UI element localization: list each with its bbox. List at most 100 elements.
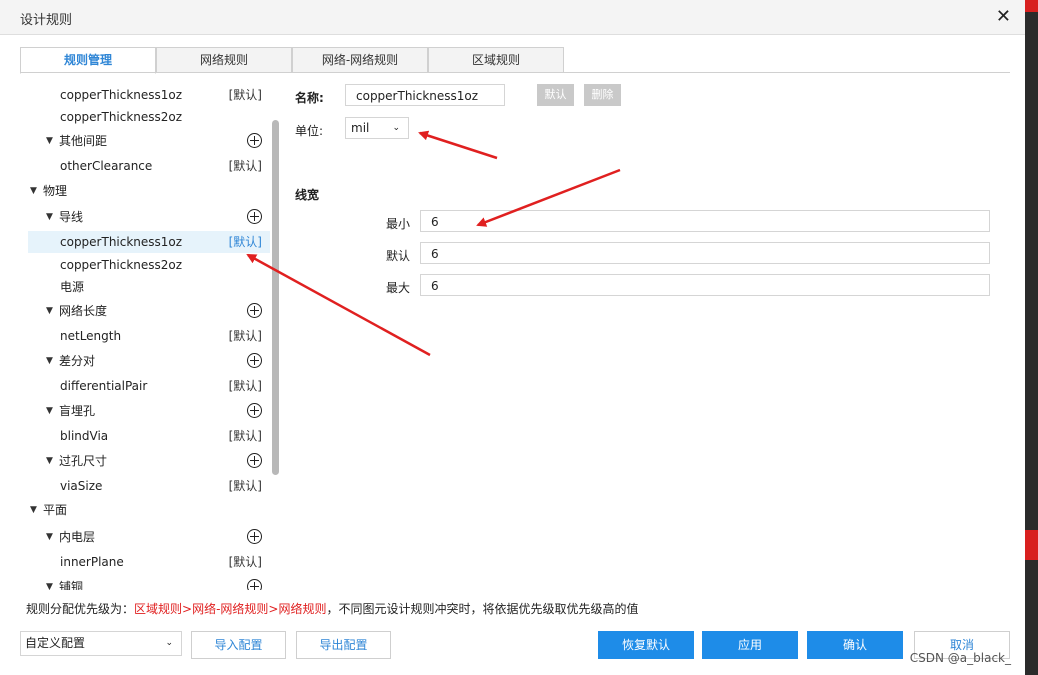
- tree-item-label: 内电层: [59, 530, 96, 544]
- expand-arrow-icon[interactable]: ▼: [46, 130, 53, 152]
- tree-item[interactable]: ▼ 差分对: [28, 350, 270, 372]
- priority-prefix: 规则分配优先级为：: [26, 602, 135, 616]
- tree-item[interactable]: ▼ 盲埋孔: [28, 400, 270, 422]
- name-label: 名称:: [295, 91, 324, 105]
- default-tag[interactable]: [默认]: [229, 475, 262, 497]
- add-rule-icon[interactable]: [247, 403, 262, 418]
- chevron-down-icon: ⌄: [392, 123, 400, 133]
- add-rule-icon[interactable]: [247, 353, 262, 368]
- min-input[interactable]: 6: [420, 210, 990, 232]
- tree-item[interactable]: blindVia [默认]: [28, 425, 270, 447]
- tree-item[interactable]: netLength [默认]: [28, 325, 270, 347]
- tree-item-label: copperThickness2oz: [60, 110, 183, 124]
- tree-item-label: innerPlane: [60, 555, 124, 569]
- tree-item[interactable]: 电源: [28, 276, 270, 298]
- tab-net-net-rules[interactable]: 网络-网络规则: [292, 47, 428, 73]
- add-rule-icon[interactable]: [247, 453, 262, 468]
- confirm-button[interactable]: 确认: [807, 631, 903, 659]
- restore-default-button[interactable]: 恢复默认: [598, 631, 694, 659]
- tree-item[interactable]: copperThickness1oz [默认]: [28, 231, 270, 253]
- tree-item-label: 差分对: [59, 354, 96, 368]
- default-width-input[interactable]: 6: [420, 242, 990, 264]
- priority-note: 规则分配优先级为：区域规则>网络-网络规则>网络规则，不同图元设计规则冲突时，将…: [26, 600, 638, 617]
- close-icon[interactable]: ✕: [996, 6, 1011, 27]
- priority-suffix: ，不同图元设计规则冲突时，将依据优先级取优先级高的值: [326, 602, 639, 616]
- tree-item-label: 铺铜: [59, 580, 84, 590]
- tree-item-label: viaSize: [60, 479, 103, 493]
- add-rule-icon[interactable]: [247, 303, 262, 318]
- tree-item[interactable]: ▼ 网络长度: [28, 300, 270, 322]
- expand-arrow-icon[interactable]: ▼: [46, 350, 53, 372]
- tab-net-rules[interactable]: 网络规则: [156, 47, 292, 73]
- design-rules-dialog: 设计规则 ✕ 规则管理 网络规则 网络-网络规则 区域规则 copperThic…: [0, 0, 1025, 675]
- tree-item[interactable]: ▼ 平面: [28, 499, 270, 521]
- tree-item-label: differentialPair: [60, 379, 148, 393]
- apply-button[interactable]: 应用: [702, 631, 798, 659]
- default-tag[interactable]: [默认]: [229, 155, 262, 177]
- tab-rule-management[interactable]: 规则管理: [20, 47, 156, 74]
- unit-select[interactable]: mil ⌄: [345, 117, 409, 139]
- default-width-label: 默认: [386, 249, 411, 263]
- priority-order: 区域规则>网络-网络规则>网络规则: [134, 602, 327, 616]
- background-fragment: [1025, 530, 1038, 560]
- add-rule-icon[interactable]: [247, 209, 262, 224]
- delete-button[interactable]: 删除: [584, 84, 621, 106]
- default-tag[interactable]: [默认]: [229, 425, 262, 447]
- chevron-down-icon: ⌄: [165, 638, 173, 648]
- default-tag[interactable]: [默认]: [229, 551, 262, 573]
- expand-arrow-icon[interactable]: ▼: [46, 206, 53, 228]
- tree-item-label: 其他间距: [59, 134, 108, 148]
- expand-arrow-icon[interactable]: ▼: [30, 499, 37, 521]
- max-label: 最大: [386, 281, 411, 295]
- tree-item[interactable]: differentialPair [默认]: [28, 375, 270, 397]
- add-rule-icon[interactable]: [247, 133, 262, 148]
- unit-value: mil: [351, 121, 370, 135]
- watermark: CSDN @a_black_: [909, 651, 1011, 665]
- expand-arrow-icon[interactable]: ▼: [46, 576, 53, 590]
- default-tag[interactable]: [默认]: [229, 375, 262, 397]
- tree-item-label: netLength: [60, 329, 122, 343]
- tree-item[interactable]: ▼ 导线: [28, 206, 270, 228]
- tree-item-label: copperThickness2oz: [60, 258, 183, 272]
- tree-item[interactable]: ▼ 铺铜: [28, 576, 270, 590]
- unit-label: 单位:: [295, 124, 324, 138]
- expand-arrow-icon[interactable]: ▼: [30, 180, 37, 202]
- expand-arrow-icon[interactable]: ▼: [46, 300, 53, 322]
- tree-item-label: 导线: [59, 210, 84, 224]
- tree-item[interactable]: innerPlane [默认]: [28, 551, 270, 573]
- name-input[interactable]: copperThickness1oz: [345, 84, 505, 106]
- tree-item[interactable]: ▼ 内电层: [28, 526, 270, 548]
- tree-item[interactable]: copperThickness2oz: [28, 254, 270, 276]
- default-button[interactable]: 默认: [537, 84, 574, 106]
- tree-item-label: copperThickness1oz: [60, 235, 183, 249]
- tree-item[interactable]: copperThickness2oz: [28, 106, 270, 128]
- tree-item[interactable]: ▼ 其他间距: [28, 130, 270, 152]
- import-config-button[interactable]: 导入配置: [191, 631, 286, 659]
- config-value: 自定义配置: [25, 636, 86, 650]
- tab-region-rules[interactable]: 区域规则: [428, 47, 564, 73]
- config-select[interactable]: 自定义配置 ⌄: [20, 631, 182, 656]
- default-tag[interactable]: [默认]: [229, 325, 262, 347]
- tab-divider: [20, 72, 1010, 73]
- default-tag[interactable]: [默认]: [229, 231, 262, 253]
- tree-item-label: 盲埋孔: [59, 404, 96, 418]
- tab-bar: 规则管理 网络规则 网络-网络规则 区域规则: [20, 47, 564, 74]
- tree-item[interactable]: ▼ 物理: [28, 180, 270, 202]
- tree-item[interactable]: copperThickness1oz [默认]: [28, 84, 270, 106]
- add-rule-icon[interactable]: [247, 579, 262, 590]
- expand-arrow-icon[interactable]: ▼: [46, 450, 53, 472]
- tree-scrollbar[interactable]: [272, 120, 279, 475]
- background-fragment: [1025, 0, 1038, 12]
- add-rule-icon[interactable]: [247, 529, 262, 544]
- tree-item-label: 物理: [43, 184, 68, 198]
- tree-item-label: otherClearance: [60, 159, 153, 173]
- export-config-button[interactable]: 导出配置: [296, 631, 391, 659]
- expand-arrow-icon[interactable]: ▼: [46, 400, 53, 422]
- section-title-line-width: 线宽: [295, 188, 320, 202]
- default-tag[interactable]: [默认]: [229, 84, 262, 106]
- tree-item[interactable]: ▼ 过孔尺寸: [28, 450, 270, 472]
- tree-item[interactable]: viaSize [默认]: [28, 475, 270, 497]
- expand-arrow-icon[interactable]: ▼: [46, 526, 53, 548]
- max-input[interactable]: 6: [420, 274, 990, 296]
- tree-item[interactable]: otherClearance [默认]: [28, 155, 270, 177]
